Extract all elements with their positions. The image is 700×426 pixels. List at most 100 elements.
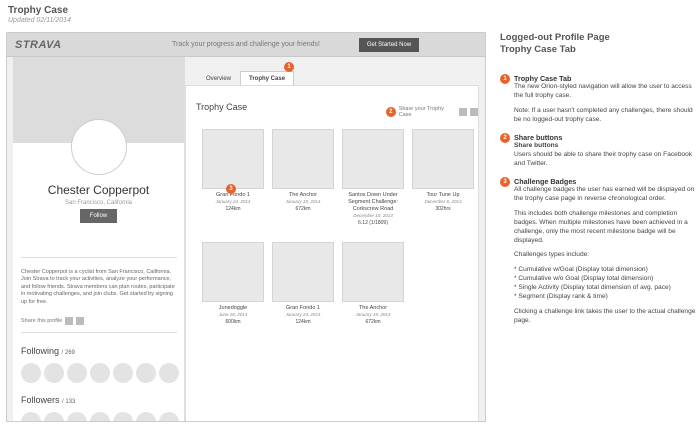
badge-stat: 672km [365, 318, 381, 325]
note-item: 2 Share buttons Share buttons Users shou… [500, 132, 696, 169]
note-number: 2 [500, 132, 510, 143]
top-bar: STRAVA Track your progress and challenge… [7, 33, 485, 57]
following-avatar[interactable] [44, 363, 64, 383]
followers-heading[interactable]: Followers / 133 [21, 395, 75, 405]
tagline: Track your progress and challenge your f… [172, 41, 320, 48]
profile-sidebar: Chester Copperpot San Francisco, Califor… [13, 57, 185, 421]
share-profile-label: Share this profile [21, 318, 63, 324]
badge-name: The Anchor [288, 192, 318, 198]
badge-date: January 19, 2014 [285, 199, 321, 205]
following-avatar[interactable] [136, 363, 156, 383]
badge-name: Gran Fondo 1 [286, 305, 320, 311]
follower-avatar[interactable] [21, 412, 41, 421]
note-text: Users should be able to share their trop… [514, 150, 693, 167]
badge-date: December 10, 2013 [353, 213, 393, 219]
following-label: Following [21, 346, 60, 356]
annotation-marker-1: 1 [284, 62, 294, 72]
notes-subtitle: Trophy Case Tab [500, 43, 576, 55]
challenge-badge[interactable]: The Anchor January 19, 2014 672km [272, 129, 334, 212]
badge-date: January 19, 2014 [355, 312, 391, 318]
badge-stat: 6.12 (1/1809) [358, 220, 388, 227]
note-item: 3 Challenge Badges All challenge badges … [500, 176, 696, 326]
note-text: Clicking a challenge link takes the user… [514, 307, 696, 324]
badge-date: January 24, 2014 [285, 312, 321, 318]
badge-stat: 124km [295, 318, 311, 325]
divider [21, 332, 177, 333]
following-heading[interactable]: Following / 269 [21, 346, 75, 356]
doc-title: Trophy Case [8, 5, 69, 16]
badge-name: Junedoggle [218, 305, 248, 311]
share-trophy-case: 2 Share your Trophy Case [386, 106, 478, 118]
note-text: Note: If a user hasn't completed any cha… [514, 106, 693, 123]
facebook-share-icon[interactable] [459, 108, 468, 116]
followers-count: / 133 [62, 399, 76, 405]
follower-avatar[interactable] [44, 412, 64, 421]
challenge-badge[interactable]: The Anchor January 19, 2014 672km [342, 242, 404, 325]
following-avatar[interactable] [113, 363, 133, 383]
get-started-button[interactable]: Get Started Now [359, 38, 419, 52]
note-heading: Trophy Case Tab [514, 73, 572, 83]
followers-label: Followers [21, 395, 60, 405]
challenge-badge[interactable]: Tour Tune Up December 6, 2013 302hrs [412, 129, 474, 212]
follower-avatar[interactable] [136, 412, 156, 421]
badge-image [412, 129, 474, 189]
athlete-location: San Francisco, California [64, 200, 133, 206]
annotation-marker-2: 2 [386, 107, 396, 117]
note-number: 3 [500, 176, 510, 187]
following-avatar[interactable] [21, 363, 41, 383]
twitter-share-icon[interactable] [76, 317, 85, 325]
facebook-share-icon[interactable] [65, 317, 74, 325]
note-number: 1 [500, 73, 510, 84]
badge-name: Santos Down Under Segment Challenge: Cor… [348, 192, 398, 213]
followers-avatars [21, 412, 179, 421]
strava-logo[interactable]: STRAVA [15, 39, 62, 51]
share-profile: Share this profile [21, 317, 85, 325]
badge-stat: 124km [225, 205, 241, 212]
note-item: 1 Trophy Case Tab The new Orion-styled n… [500, 73, 696, 125]
badge-date: December 6, 2013 [424, 199, 462, 205]
challenge-badge[interactable]: Junedoggle June 28, 2013 600km [202, 242, 264, 325]
badge-date: January 24, 2014 [215, 199, 251, 205]
follow-button[interactable]: Follow [80, 209, 117, 223]
follower-avatar[interactable] [67, 412, 87, 421]
tab-trophy-case[interactable]: Trophy Case [240, 71, 295, 85]
note-text: All challenge badges the user has earned… [514, 186, 695, 202]
challenge-badge[interactable]: Santos Down Under Segment Challenge: Cor… [342, 129, 404, 226]
tab-overview[interactable]: Overview [197, 71, 240, 85]
following-count: / 269 [61, 350, 75, 356]
doc-updated: Updated 02/11/2014 [8, 17, 71, 24]
note-text: Share buttons [514, 142, 559, 150]
badge-date: June 28, 2013 [218, 312, 248, 318]
following-avatar[interactable] [159, 363, 179, 383]
doc-header: Trophy Case Updated 02/11/2014 [8, 5, 71, 24]
badge-image [342, 242, 404, 302]
twitter-share-icon[interactable] [470, 108, 478, 116]
share-trophy-case-label: Share your Trophy Case [398, 106, 444, 118]
trophy-case-title: Trophy Case [196, 102, 248, 112]
follower-avatar[interactable] [90, 412, 110, 421]
note-text: This includes both challenge milestones … [514, 209, 688, 244]
badge-image [202, 129, 264, 189]
notes-title: Logged-out Profile Page [500, 32, 610, 43]
following-avatar[interactable] [67, 363, 87, 383]
note-text: * Cumulative w/Goal (Display total dimen… [514, 266, 671, 300]
follower-avatar[interactable] [159, 412, 179, 421]
follower-avatar[interactable] [113, 412, 133, 421]
badge-image [342, 129, 404, 189]
badge-stat: 302hrs [435, 205, 451, 212]
badge-image [202, 242, 264, 302]
profile-tabs: Overview Trophy Case [197, 71, 295, 85]
badge-stat: 600km [225, 318, 241, 325]
athlete-bio: Chester Copperpot is a cyclist from San … [21, 269, 175, 305]
note-text: The new Orion-styled navigation will all… [514, 83, 692, 99]
note-heading: Share buttons [514, 132, 563, 142]
divider [21, 257, 177, 258]
following-avatar[interactable] [90, 363, 110, 383]
badge-name: The Anchor [358, 305, 388, 311]
challenge-badge[interactable]: Gran Fondo 1 January 24, 2014 124km [202, 129, 264, 212]
following-avatars [21, 363, 179, 383]
annotation-marker-3: 3 [226, 184, 236, 194]
note-text: Challenges types include: [514, 251, 590, 259]
trophy-case-panel: Trophy Case 2 Share your Trophy Case Gra… [185, 85, 479, 421]
challenge-badge[interactable]: Gran Fondo 1 January 24, 2014 124km [272, 242, 334, 325]
